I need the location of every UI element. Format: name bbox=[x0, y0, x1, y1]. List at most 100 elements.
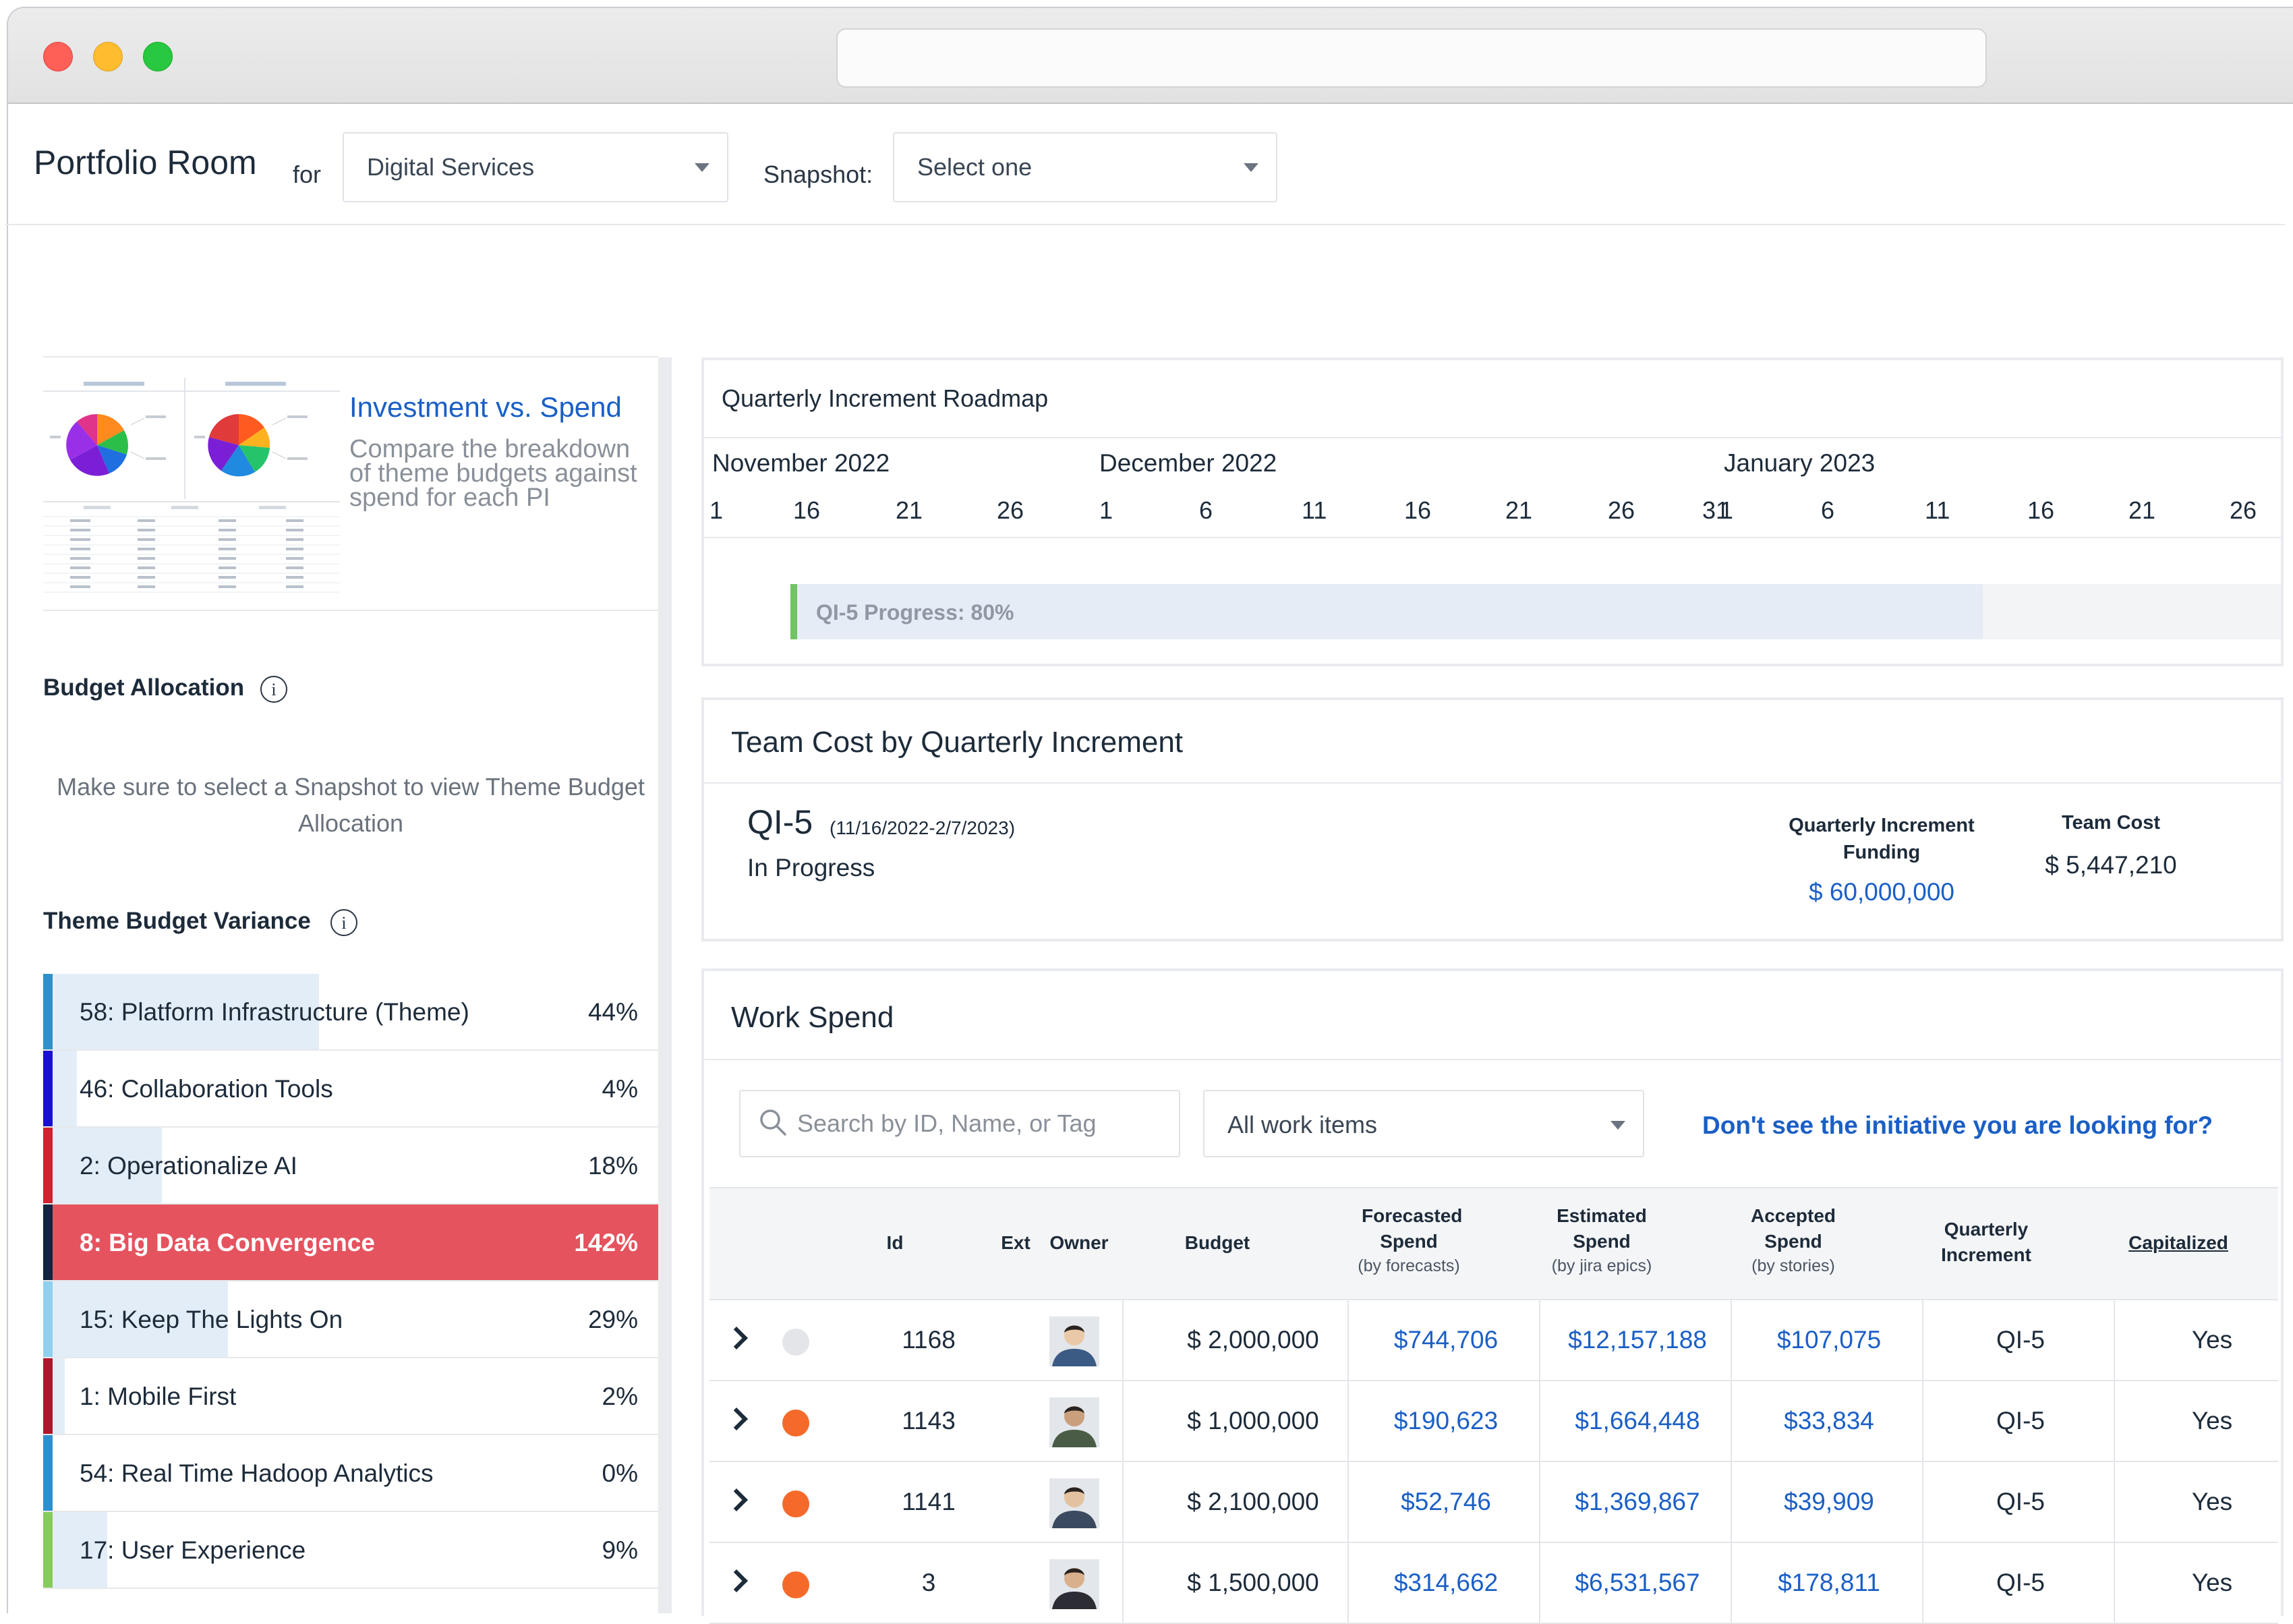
timeline-day: 11 bbox=[1302, 496, 1327, 524]
theme-color-stripe bbox=[43, 1205, 53, 1280]
owner-avatar[interactable] bbox=[1049, 1559, 1099, 1609]
close-window-button[interactable] bbox=[43, 42, 73, 71]
theme-budget-variance-label: Theme Budget Variance bbox=[43, 908, 311, 934]
column-header-owner[interactable]: Owner bbox=[1039, 1230, 1120, 1256]
theme-variance-percent: 29% bbox=[587, 1306, 638, 1333]
timeline-day: 21 bbox=[2128, 496, 2156, 524]
column-title: Estimated Spend bbox=[1557, 1205, 1647, 1252]
column-header-accepted[interactable]: Accepted Spend (by stories) bbox=[1702, 1203, 1884, 1277]
owner-avatar[interactable] bbox=[1049, 1397, 1099, 1447]
cell-accepted-spend[interactable]: $33,834 bbox=[1733, 1381, 1925, 1461]
column-divider bbox=[1347, 1543, 1349, 1623]
address-bar[interactable] bbox=[836, 28, 1987, 88]
column-subtitle: (by forecasts) bbox=[1358, 1256, 1460, 1275]
info-icon[interactable]: i bbox=[260, 676, 287, 703]
column-header-ext[interactable]: Ext bbox=[997, 1230, 1035, 1256]
expand-chevron-icon[interactable] bbox=[725, 1408, 748, 1430]
table-row[interactable]: 1141 $ 2,100,000 $52,746 $1,369,867 $39,909 Q… bbox=[709, 1462, 2278, 1543]
cell-budget: $ 2,100,000 bbox=[1187, 1488, 1319, 1515]
qi-name: QI-5 bbox=[747, 803, 813, 841]
theme-name: 8: Big Data Convergence bbox=[80, 1229, 375, 1256]
cell-estimated-spend[interactable]: $1,369,867 bbox=[1542, 1462, 1733, 1542]
theme-variance-row[interactable]: 8: Big Data Convergence 142% bbox=[43, 1205, 658, 1281]
divider bbox=[704, 437, 2282, 438]
snapshot-label: Snapshot: bbox=[763, 161, 873, 188]
search-input[interactable] bbox=[796, 1094, 1173, 1153]
cell-id: 3 bbox=[921, 1569, 936, 1596]
qi-status: In Progress bbox=[747, 854, 875, 881]
theme-variance-row[interactable]: 58: Platform Infrastructure (Theme) 44% bbox=[43, 974, 658, 1051]
theme-variance-row[interactable]: 17: User Experience 9% bbox=[43, 1512, 658, 1589]
theme-variance-percent: 142% bbox=[574, 1229, 638, 1256]
snapshot-select[interactable]: Select one bbox=[893, 132, 1277, 202]
minimize-window-button[interactable] bbox=[93, 42, 123, 71]
cell-quarterly-increment: QI-5 bbox=[1996, 1569, 2045, 1596]
theme-variance-row[interactable]: 46: Collaboration Tools 4% bbox=[43, 1051, 658, 1128]
header-divider bbox=[5, 224, 2285, 225]
theme-color-stripe bbox=[43, 1512, 53, 1588]
cell-forecasted-spend[interactable]: $52,746 bbox=[1350, 1462, 1542, 1542]
work-items-filter[interactable]: All work items bbox=[1203, 1090, 1644, 1157]
cell-id: 1143 bbox=[902, 1407, 956, 1434]
column-header-quarterly-increment[interactable]: Quarterly Increment bbox=[1888, 1217, 2084, 1268]
caret-down-icon bbox=[1244, 163, 1258, 172]
theme-variance-percent: 9% bbox=[602, 1536, 638, 1564]
theme-color-stripe bbox=[43, 1358, 53, 1434]
budget-allocation-note: Make sure to select a Snapshot to view T… bbox=[57, 773, 645, 837]
work-items-filter-value: All work items bbox=[1227, 1111, 1378, 1138]
theme-name: 58: Platform Infrastructure (Theme) bbox=[80, 998, 469, 1026]
theme-variance-row[interactable]: 2: Operationalize AI 18% bbox=[43, 1128, 658, 1205]
status-dot bbox=[782, 1490, 809, 1517]
expand-chevron-icon[interactable] bbox=[725, 1569, 748, 1592]
column-header-forecasted[interactable]: Forecasted Spend (by forecasts) bbox=[1318, 1203, 1500, 1277]
portfolio-select[interactable]: Digital Services bbox=[343, 132, 728, 202]
investment-report-thumbnail[interactable] bbox=[43, 378, 340, 600]
owner-avatar[interactable] bbox=[1049, 1478, 1099, 1528]
table-row[interactable]: 1143 $ 1,000,000 $190,623 $1,664,448 $33,834… bbox=[709, 1381, 2278, 1462]
theme-color-stripe bbox=[43, 1435, 53, 1511]
for-label: for bbox=[293, 161, 322, 188]
info-icon[interactable]: i bbox=[330, 909, 357, 936]
timeline-day: 16 bbox=[2027, 496, 2055, 524]
cell-quarterly-increment: QI-5 bbox=[1996, 1488, 2045, 1515]
cell-accepted-spend[interactable]: $39,909 bbox=[1733, 1462, 1925, 1542]
maximize-window-button[interactable] bbox=[143, 42, 173, 71]
caret-down-icon bbox=[1610, 1121, 1625, 1130]
column-header-estimated[interactable]: Estimated Spend (by jira epics) bbox=[1511, 1203, 1693, 1277]
cell-estimated-spend[interactable]: $6,531,567 bbox=[1542, 1543, 1733, 1623]
cell-estimated-spend[interactable]: $12,157,188 bbox=[1542, 1300, 1733, 1380]
expand-chevron-icon[interactable] bbox=[725, 1327, 748, 1350]
table-row[interactable]: 3 $ 1,500,000 $314,662 $6,531,567 $178,811 QI… bbox=[709, 1543, 2278, 1624]
column-splitter[interactable] bbox=[658, 357, 672, 1613]
column-header-budget[interactable]: Budget bbox=[1153, 1230, 1281, 1256]
cell-accepted-spend[interactable]: $107,075 bbox=[1733, 1300, 1925, 1380]
variance-fill bbox=[53, 1358, 65, 1434]
qi-funding-value[interactable]: $ 60,000,000 bbox=[1767, 878, 1996, 906]
theme-variance-percent: 2% bbox=[602, 1383, 638, 1410]
owner-avatar[interactable] bbox=[1049, 1316, 1099, 1366]
cell-forecasted-spend[interactable]: $314,662 bbox=[1350, 1543, 1542, 1623]
theme-variance-row[interactable]: 15: Keep The Lights On 29% bbox=[43, 1281, 658, 1358]
column-header-id[interactable]: Id bbox=[865, 1230, 925, 1256]
team-cost-label: Team Cost bbox=[2061, 812, 2161, 834]
column-header-capitalized[interactable]: Capitalized bbox=[2084, 1230, 2273, 1256]
timeline-day: 1 bbox=[709, 496, 724, 524]
investment-vs-spend-link[interactable]: Investment vs. Spend bbox=[349, 391, 622, 424]
table-row[interactable]: 1168 $ 2,000,000 $744,706 $12,157,188 $107,0… bbox=[709, 1300, 2278, 1381]
cell-forecasted-spend[interactable]: $744,706 bbox=[1350, 1300, 1542, 1380]
missing-initiative-link[interactable]: Don't see the initiative you are looking… bbox=[1702, 1111, 2213, 1140]
cell-forecasted-spend[interactable]: $190,623 bbox=[1350, 1381, 1542, 1461]
team-cost-title: Team Cost by Quarterly Increment bbox=[731, 726, 1184, 759]
theme-variance-list: 58: Platform Infrastructure (Theme) 44% 46… bbox=[43, 974, 658, 1589]
theme-variance-row[interactable]: 54: Real Time Hadoop Analytics 0% bbox=[43, 1435, 658, 1512]
cell-estimated-spend[interactable]: $1,664,448 bbox=[1542, 1381, 1733, 1461]
theme-variance-row[interactable]: 1: Mobile First 2% bbox=[43, 1358, 658, 1435]
cell-id: 1141 bbox=[902, 1488, 956, 1515]
expand-chevron-icon[interactable] bbox=[725, 1488, 748, 1511]
theme-variance-percent: 4% bbox=[602, 1075, 638, 1103]
timeline-day: 16 bbox=[793, 496, 821, 524]
divider bbox=[43, 610, 658, 611]
cell-accepted-spend[interactable]: $178,811 bbox=[1733, 1543, 1925, 1623]
qi-date-range: (11/16/2022-2/7/2023) bbox=[830, 817, 1016, 838]
column-divider bbox=[1122, 1300, 1124, 1380]
